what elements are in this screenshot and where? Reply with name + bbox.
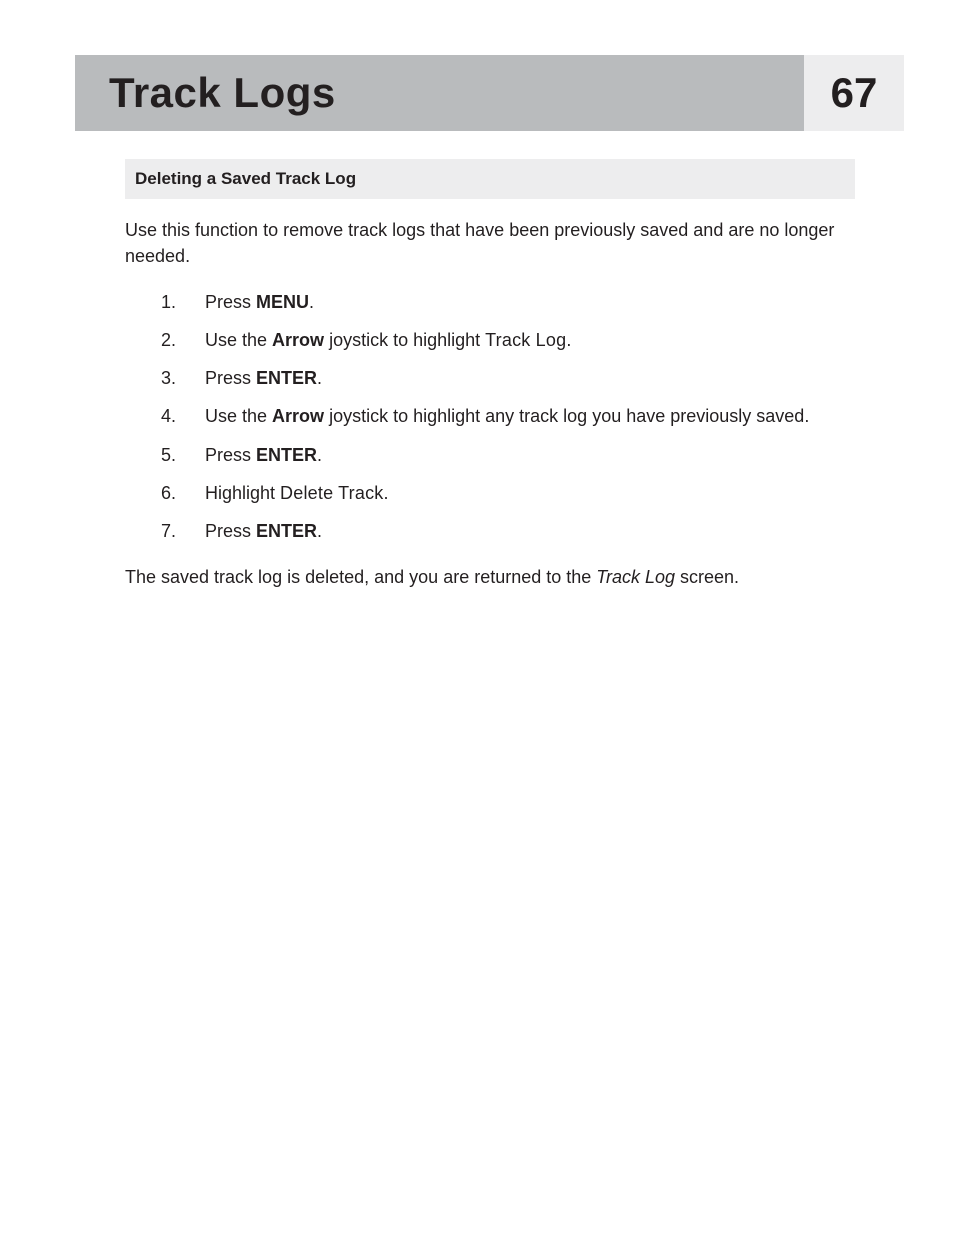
step-number: 7. <box>161 518 205 544</box>
step-number: 1. <box>161 289 205 315</box>
page-header: Track Logs 67 <box>75 55 904 131</box>
step-item: 2. Use the Arrow joystick to highlight T… <box>161 327 904 353</box>
step-text: Use the Arrow joystick to highlight any … <box>205 403 809 429</box>
step-text: Press MENU. <box>205 289 314 315</box>
steps-list: 1. Press MENU. 2. Use the Arrow joystick… <box>125 289 904 544</box>
outro-paragraph: The saved track log is deleted, and you … <box>125 564 885 590</box>
section-heading-bar: Deleting a Saved Track Log <box>125 159 855 199</box>
step-item: 5. Press ENTER. <box>161 442 904 468</box>
step-text: Press ENTER. <box>205 518 322 544</box>
step-item: 4. Use the Arrow joystick to highlight a… <box>161 403 904 429</box>
step-text: Highlight Delete Track. <box>205 480 389 506</box>
step-text: Use the Arrow joystick to highlight Trac… <box>205 327 571 353</box>
step-item: 1. Press MENU. <box>161 289 904 315</box>
step-text: Press ENTER. <box>205 442 322 468</box>
chapter-title: Track Logs <box>109 69 336 117</box>
intro-paragraph: Use this function to remove track logs t… <box>125 217 885 269</box>
header-title-bar: Track Logs <box>75 55 804 131</box>
content: Deleting a Saved Track Log Use this func… <box>75 159 904 590</box>
step-item: 3. Press ENTER. <box>161 365 904 391</box>
page: Track Logs 67 Deleting a Saved Track Log… <box>0 0 954 590</box>
section-heading: Deleting a Saved Track Log <box>135 169 356 188</box>
step-number: 5. <box>161 442 205 468</box>
page-number-box: 67 <box>804 55 904 131</box>
step-item: 7. Press ENTER. <box>161 518 904 544</box>
step-number: 6. <box>161 480 205 506</box>
step-number: 4. <box>161 403 205 429</box>
step-number: 3. <box>161 365 205 391</box>
page-number: 67 <box>831 69 878 117</box>
step-text: Press ENTER. <box>205 365 322 391</box>
step-item: 6. Highlight Delete Track. <box>161 480 904 506</box>
step-number: 2. <box>161 327 205 353</box>
